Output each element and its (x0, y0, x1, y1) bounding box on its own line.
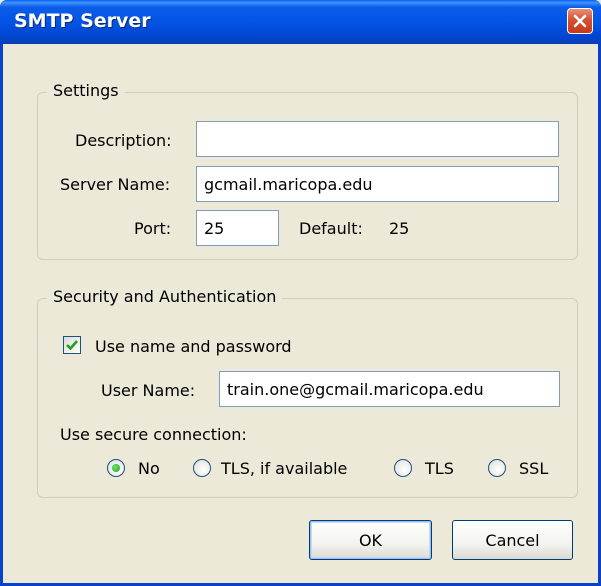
radio-no-label[interactable]: No (138, 459, 160, 478)
description-field[interactable] (196, 121, 559, 157)
title-bar[interactable]: SMTP Server (0, 0, 601, 44)
default-port-value: 25 (389, 219, 410, 238)
radio-tls-if-available-label[interactable]: TLS, if available (221, 459, 347, 478)
close-icon (573, 14, 587, 28)
use-name-password-label[interactable]: Use name and password (95, 337, 292, 356)
ok-button[interactable]: OK (309, 520, 432, 560)
description-label: Description: (75, 131, 172, 150)
port-field[interactable] (196, 210, 279, 246)
user-name-field[interactable] (219, 371, 560, 407)
radio-tls-label[interactable]: TLS (425, 459, 454, 478)
settings-legend: Settings (47, 81, 125, 100)
radio-ssl[interactable] (488, 459, 506, 477)
checkmark-icon (66, 340, 78, 351)
window-title: SMTP Server (14, 10, 151, 32)
user-name-label: User Name: (101, 381, 196, 400)
cancel-button[interactable]: Cancel (452, 520, 573, 560)
radio-tls[interactable] (394, 459, 412, 477)
radio-no[interactable] (107, 459, 125, 477)
port-label: Port: (134, 219, 172, 238)
server-name-label: Server Name: (60, 175, 171, 194)
radio-selected-dot (112, 464, 120, 472)
secure-connection-label: Use secure connection: (60, 425, 247, 444)
use-name-password-checkbox[interactable] (63, 336, 81, 354)
server-name-field[interactable] (196, 166, 559, 202)
security-legend: Security and Authentication (47, 287, 283, 306)
radio-tls-if-available[interactable] (193, 459, 211, 477)
smtp-server-dialog: SMTP Server Settings Description: Server… (0, 0, 601, 586)
default-port-label: Default: (299, 219, 363, 238)
close-button[interactable] (567, 8, 593, 34)
radio-ssl-label[interactable]: SSL (519, 459, 548, 478)
